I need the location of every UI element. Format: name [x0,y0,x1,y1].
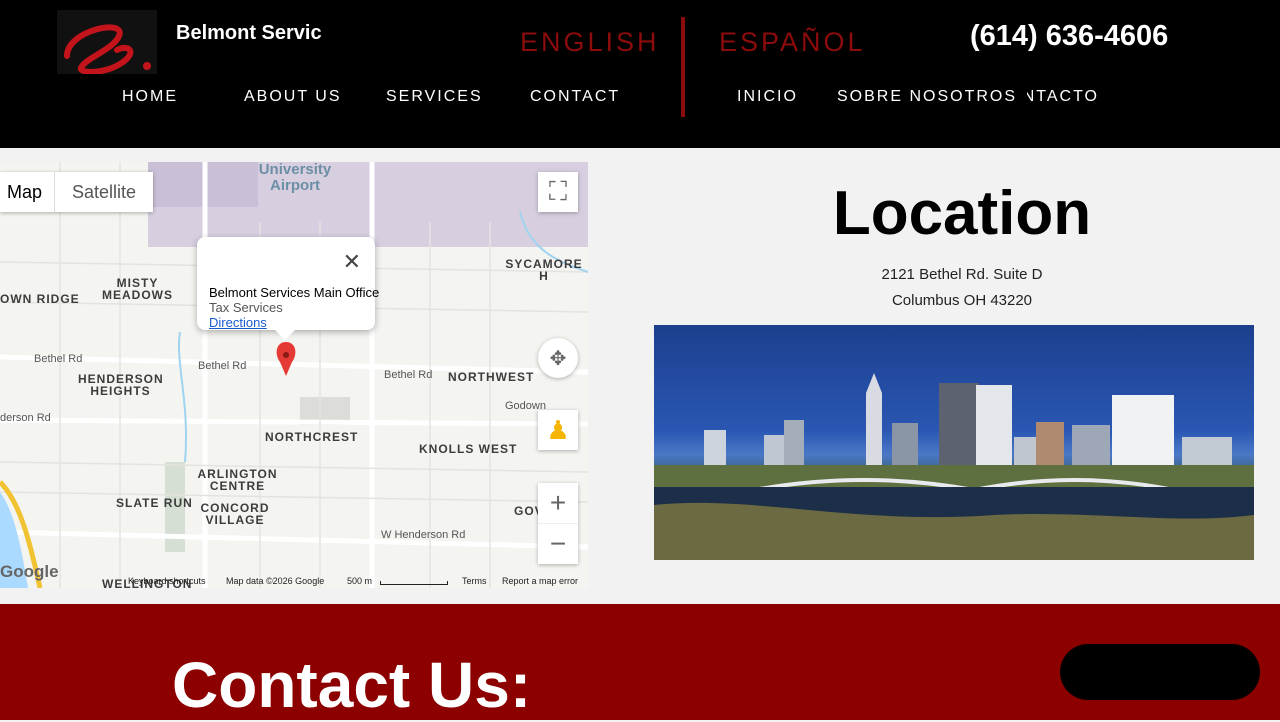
address-line-1: 2121 Bethel Rd. Suite D [881,266,1043,283]
phone-number[interactable]: (614) 636-4606 [970,20,1168,53]
language-spanish[interactable]: ESPAÑOL [719,27,866,58]
contact-section: Contact Us: [0,604,1280,721]
road-label-bethel-2: Bethel Rd [198,360,247,372]
fullscreen-button[interactable]: ⛶ [538,172,578,212]
terms-link[interactable]: Terms [462,576,487,586]
road-label-bethel-1: Bethel Rd [34,353,83,365]
fullscreen-icon: ⛶ [548,176,568,206]
contact-pill-button[interactable] [1060,644,1260,700]
map-label-henderson-heights: HENDERSON HEIGHTS [78,372,164,398]
site-header: Belmont Servic ENGLISH ESPAÑOL (614) 636… [0,0,1280,148]
map-label-sycamore: SYCAMORE H [505,257,583,283]
zoom-out-button[interactable]: − [538,523,578,563]
brand-name[interactable]: Belmont Servic [176,22,322,45]
address-line-2: Columbus OH 43220 [891,292,1033,309]
map-scale-text[interactable]: 500 m [347,576,372,586]
zoom-control: + − [538,483,578,564]
map-type-control: Map Satellite [0,172,154,212]
nav-services[interactable]: SERVICES [386,88,483,106]
road-label-henderson: derson Rd [0,412,51,424]
location-title: Location [832,179,1092,248]
zoom-in-button[interactable]: + [538,483,578,523]
map-label-northwest: NORTHWEST [448,370,535,384]
nav-contacto[interactable]: CONTACTO [1027,88,1099,106]
language-divider [681,17,685,117]
map-label-concord-village: CONCORD VILLAGE [200,501,270,527]
contact-title: Contact Us: [172,649,532,721]
map-label-knolls-west: KNOLLS WEST [419,442,518,456]
nav-sobre-nosotros[interactable]: SOBRE NOSOTROS [837,88,1017,106]
map-info-window: ✕ Belmont Services Main Office Tax Servi… [197,237,380,340]
road-label-w-henderson: W Henderson Rd [381,529,466,541]
plus-icon: + [549,487,567,518]
nav-home[interactable]: HOME [122,88,178,106]
info-business-name: Belmont Services Main Office [209,285,380,300]
map-scale-bar [380,581,448,585]
close-icon[interactable]: ✕ [343,251,361,273]
directions-link[interactable]: Directions [209,315,375,330]
nav-about-us[interactable]: ABOUT US [244,88,342,106]
map-label-brown-ridge: OWN RIDGE [0,292,80,306]
info-category: Tax Services [209,300,283,315]
map-label-slate-run: SLATE RUN [116,496,193,510]
map-label-arlington-centre: ARLINGTON CENTRE [197,467,278,493]
pegman-icon: ♟ [546,414,570,445]
report-map-error-link[interactable]: Report a map error [502,576,578,586]
minus-icon: − [549,527,567,559]
map-label-northcrest: NORTHCREST [265,430,359,444]
map-label-airport: University Airport [258,162,332,194]
nav-inicio[interactable]: INICIO [737,88,798,106]
logo[interactable] [57,10,157,75]
street-view-pegman[interactable]: ♟ [538,410,578,450]
road-label-bethel-3: Bethel Rd [384,369,433,381]
map-type-satellite-button[interactable]: Satellite [54,172,153,212]
map-footer: Keyboard shortcuts Map data ©2026 Google… [0,572,588,588]
skyline-illustration [654,373,1254,560]
brand-mark-icon [64,24,151,75]
map-label-misty-meadows: MISTY MEADOWS [102,276,173,302]
embedded-map[interactable]: University Airport MISTY MEADOWS SYCAMOR… [0,162,588,588]
move-icon: ✥ [549,347,567,370]
pan-control[interactable]: ✥ [538,338,578,378]
keyboard-shortcuts-link[interactable]: Keyboard shortcuts [128,576,206,586]
map-data-text: Map data ©2026 Google [226,576,325,586]
language-english[interactable]: ENGLISH [520,27,660,58]
nav-contact[interactable]: CONTACT [530,88,620,106]
city-skyline-photo [654,325,1254,560]
map-type-map-button[interactable]: Map [0,172,54,212]
